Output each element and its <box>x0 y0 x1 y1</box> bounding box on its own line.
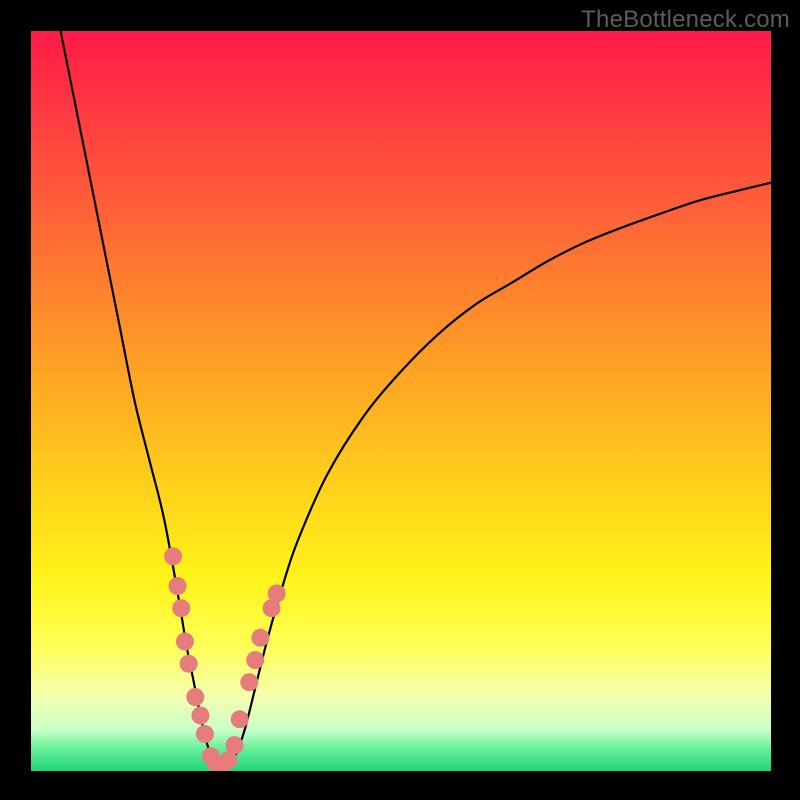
data-point <box>180 655 198 673</box>
plot-area <box>31 31 771 771</box>
data-point <box>196 725 214 743</box>
data-point <box>268 584 286 602</box>
data-point <box>240 673 258 691</box>
data-point <box>231 710 249 728</box>
chart-svg <box>31 31 771 771</box>
data-point <box>191 707 209 725</box>
data-point <box>246 651 264 669</box>
watermark-text: TheBottleneck.com <box>581 6 790 34</box>
data-point <box>164 547 182 565</box>
data-point <box>186 688 204 706</box>
data-point <box>251 629 269 647</box>
gradient-background <box>31 31 771 771</box>
data-point <box>226 736 244 754</box>
outer-black-frame: TheBottleneck.com <box>0 0 800 800</box>
data-point <box>169 577 187 595</box>
data-point <box>176 633 194 651</box>
data-point <box>172 599 190 617</box>
